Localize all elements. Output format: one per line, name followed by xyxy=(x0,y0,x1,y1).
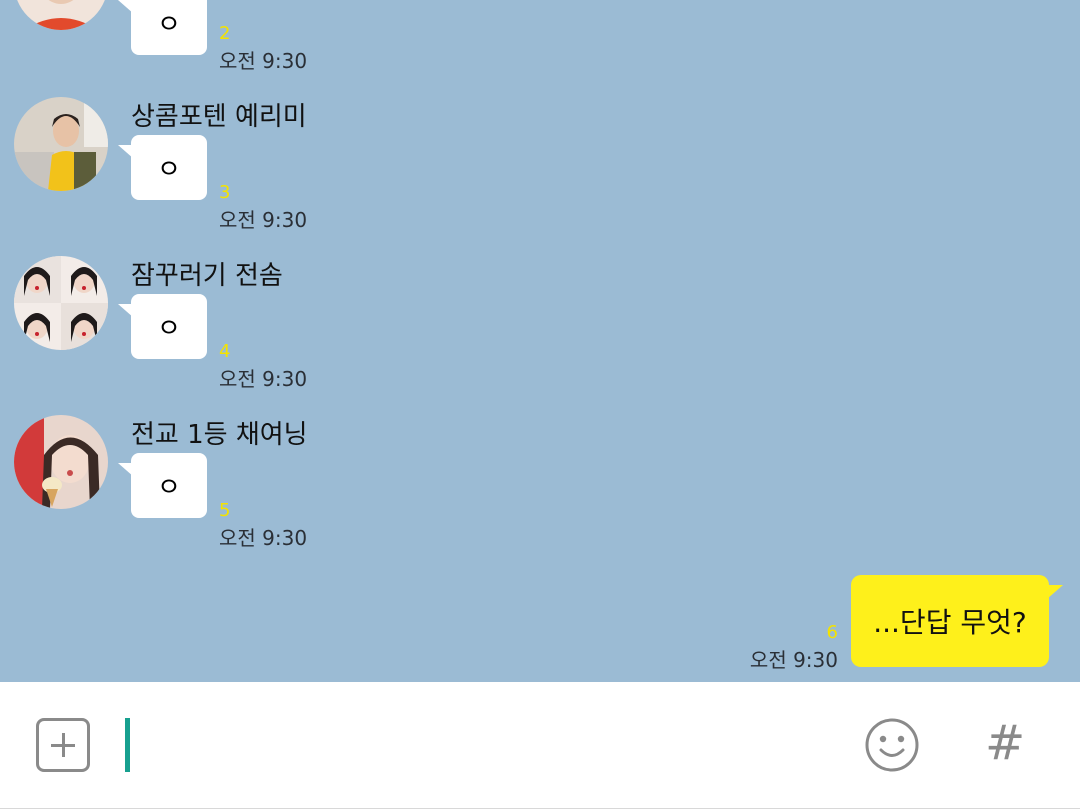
message-time: 오전 9:30 xyxy=(219,367,308,391)
sender-name: 잠꾸러기 전솜 xyxy=(131,261,283,291)
message-time: 오전 9:30 xyxy=(219,49,308,73)
smile-icon[interactable] xyxy=(864,717,920,773)
message-bubble[interactable]: ㅇ xyxy=(118,294,207,359)
message-text: ㅇ xyxy=(157,314,181,344)
my-message-time: 오전 9:30 xyxy=(749,648,838,672)
unread-count: 4 xyxy=(219,341,231,362)
avatar[interactable] xyxy=(14,415,108,509)
avatar[interactable] xyxy=(14,256,108,350)
avatar[interactable] xyxy=(14,97,108,191)
message-text: ㅇ xyxy=(157,473,181,503)
my-message-text: ...단답 무엇? xyxy=(873,606,1027,639)
message-bubble[interactable]: ㅇ xyxy=(118,0,207,55)
avatar[interactable] xyxy=(14,0,108,30)
message-input-bar: # xyxy=(0,682,1080,809)
unread-count: 3 xyxy=(219,182,231,203)
text-cursor xyxy=(125,718,130,772)
message-time: 오전 9:30 xyxy=(219,208,308,232)
my-unread-count: 6 xyxy=(826,622,838,643)
my-message-bubble[interactable]: ...단답 무엇? xyxy=(851,575,1063,667)
chat-area[interactable]: ㅇ 2 오전 9:30 상콤포텐 예리미 ㅇ 3 오전 9:30 잠꾸러기 전솜… xyxy=(0,0,1080,682)
unread-count: 2 xyxy=(219,23,231,44)
message-input[interactable] xyxy=(140,718,840,772)
unread-count: 5 xyxy=(219,500,231,521)
message-text: ㅇ xyxy=(157,10,181,40)
message-text: ㅇ xyxy=(157,155,181,185)
message-time: 오전 9:30 xyxy=(219,526,308,550)
sender-name: 전교 1등 채여닝 xyxy=(131,420,308,450)
plus-square-icon[interactable] xyxy=(36,718,90,772)
hash-icon[interactable]: # xyxy=(985,715,1025,771)
message-bubble[interactable]: ㅇ xyxy=(118,453,207,518)
sender-name: 상콤포텐 예리미 xyxy=(131,102,307,132)
message-bubble[interactable]: ㅇ xyxy=(118,135,207,200)
